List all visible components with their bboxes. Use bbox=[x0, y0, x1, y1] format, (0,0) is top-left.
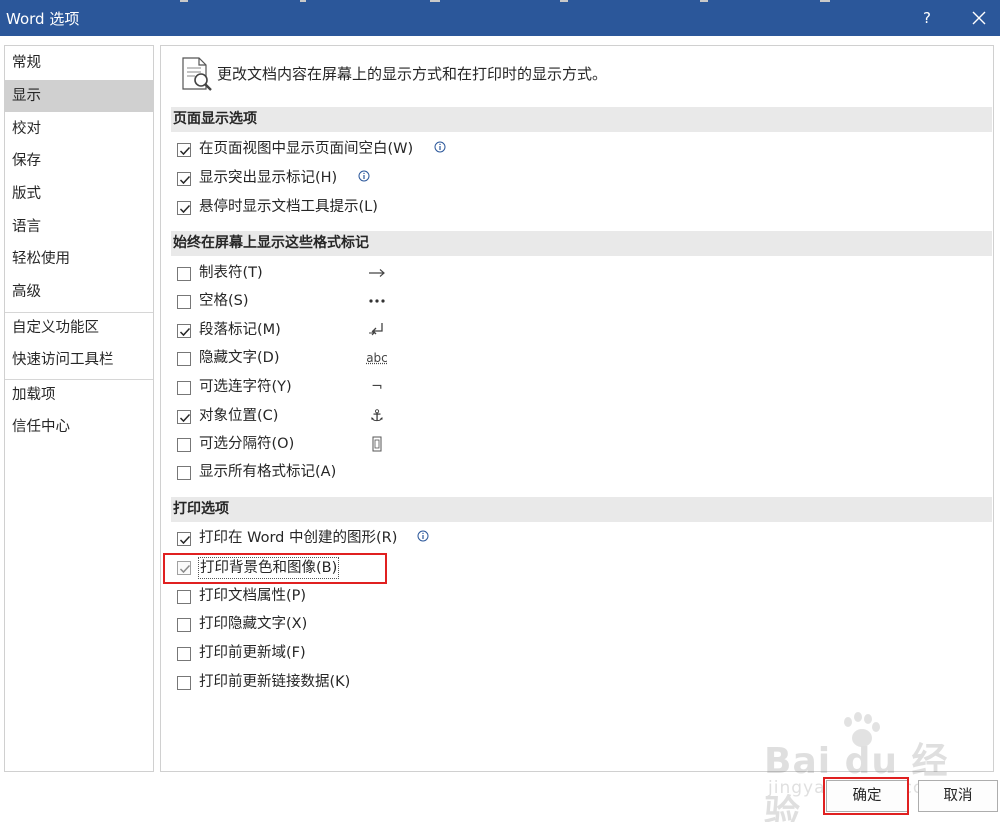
checkbox-show-highlighter-marks[interactable] bbox=[177, 172, 191, 186]
display-options-panel: 更改文档内容在屏幕上的显示方式和在打印时的显示方式。 页面显示选项 在页面视图中… bbox=[160, 45, 994, 772]
help-button[interactable]: ? bbox=[916, 5, 938, 31]
document-magnifier-icon bbox=[182, 57, 212, 91]
checkmark-icon bbox=[179, 175, 191, 185]
sidebar-item-general[interactable]: 常规 bbox=[5, 47, 153, 79]
cancel-button[interactable]: 取消 bbox=[918, 780, 998, 812]
sidebar-item-language[interactable]: 语言 bbox=[5, 211, 153, 243]
section-printing-options: 打印选项 bbox=[171, 497, 992, 522]
tab-arrow-icon bbox=[365, 262, 389, 286]
checkmark-icon bbox=[179, 535, 191, 545]
category-sidebar: 常规 显示 校对 保存 版式 语言 轻松使用 高级 自定义功能区 快速访问工具栏… bbox=[4, 45, 154, 772]
close-button[interactable] bbox=[966, 5, 992, 31]
option-label: 空格(S) bbox=[199, 293, 249, 309]
optional-break-icon bbox=[365, 433, 389, 457]
sidebar-item-add-ins[interactable]: 加载项 bbox=[5, 379, 153, 411]
option-label: 可选分隔符(O) bbox=[199, 436, 295, 452]
option-label: 在页面视图中显示页面间空白(W) bbox=[199, 141, 414, 157]
anchor-icon: ⚓ bbox=[369, 406, 385, 425]
sidebar-item-trust-center[interactable]: 信任中心 bbox=[5, 411, 153, 443]
checkbox-show-document-tooltips[interactable] bbox=[177, 201, 191, 215]
option-label: 打印前更新链接数据(K) bbox=[199, 674, 351, 690]
sidebar-item-customize-ribbon[interactable]: 自定义功能区 bbox=[5, 312, 153, 344]
paragraph-mark-icon bbox=[365, 319, 389, 343]
title-bar: Word 选项 ? bbox=[0, 0, 1000, 36]
checkbox-update-linked-data-before-print[interactable] bbox=[177, 676, 191, 690]
optional-hyphen-icon: ¬ bbox=[371, 379, 383, 395]
option-label: 显示所有格式标记(A) bbox=[199, 464, 337, 480]
sidebar-item-typography[interactable]: 版式 bbox=[5, 178, 153, 210]
sidebar-item-display[interactable]: 显示 bbox=[5, 80, 153, 112]
highlight-annotation-ok-button bbox=[823, 777, 909, 815]
checkbox-object-anchors[interactable] bbox=[177, 410, 191, 424]
checkbox-print-drawings[interactable] bbox=[177, 532, 191, 546]
option-label: 制表符(T) bbox=[199, 265, 263, 281]
checkmark-icon bbox=[179, 146, 191, 156]
option-label: 显示突出显示标记(H) bbox=[199, 170, 338, 186]
sidebar-item-advanced[interactable]: 高级 bbox=[5, 276, 153, 308]
option-label: 隐藏文字(D) bbox=[199, 350, 280, 366]
window-title: Word 选项 bbox=[6, 10, 80, 28]
checkbox-print-document-properties[interactable] bbox=[177, 590, 191, 604]
option-label: 打印文档属性(P) bbox=[199, 588, 307, 604]
checkbox-show-whitespace[interactable] bbox=[177, 143, 191, 157]
sidebar-item-proofing[interactable]: 校对 bbox=[5, 113, 153, 145]
checkmark-icon bbox=[179, 204, 191, 214]
section-page-display-options: 页面显示选项 bbox=[171, 107, 992, 132]
highlight-annotation-print-background bbox=[163, 553, 387, 584]
sidebar-item-save[interactable]: 保存 bbox=[5, 145, 153, 177]
checkbox-print-hidden-text[interactable] bbox=[177, 618, 191, 632]
checkbox-update-fields-before-print[interactable] bbox=[177, 647, 191, 661]
info-icon[interactable] bbox=[358, 170, 370, 182]
checkbox-spaces[interactable] bbox=[177, 295, 191, 309]
checkmark-icon bbox=[179, 327, 191, 337]
checkbox-show-all-formatting-marks[interactable] bbox=[177, 466, 191, 480]
option-label: 可选连字符(Y) bbox=[199, 379, 292, 395]
page-description: 更改文档内容在屏幕上的显示方式和在打印时的显示方式。 bbox=[217, 65, 608, 83]
section-formatting-marks: 始终在屏幕上显示这些格式标记 bbox=[171, 231, 992, 256]
checkbox-optional-breaks[interactable] bbox=[177, 438, 191, 452]
option-label: 打印在 Word 中创建的图形(R) bbox=[199, 530, 398, 546]
hidden-text-icon: abc bbox=[366, 351, 388, 365]
info-icon[interactable] bbox=[434, 141, 446, 153]
checkmark-icon bbox=[179, 413, 191, 423]
checkbox-paragraph-marks[interactable] bbox=[177, 324, 191, 338]
background-window-strip bbox=[0, 0, 1000, 2]
sidebar-item-quick-access-toolbar[interactable]: 快速访问工具栏 bbox=[5, 344, 153, 376]
sidebar-item-accessibility[interactable]: 轻松使用 bbox=[5, 243, 153, 275]
close-icon bbox=[972, 11, 986, 25]
option-label: 打印前更新域(F) bbox=[199, 645, 306, 661]
option-label: 对象位置(C) bbox=[199, 408, 279, 424]
space-dots-icon bbox=[365, 290, 389, 314]
checkbox-tab-characters[interactable] bbox=[177, 267, 191, 281]
info-icon[interactable] bbox=[417, 530, 429, 542]
checkbox-optional-hyphens[interactable] bbox=[177, 381, 191, 395]
option-label: 悬停时显示文档工具提示(L) bbox=[199, 199, 378, 215]
option-label: 段落标记(M) bbox=[199, 322, 281, 338]
checkbox-hidden-text[interactable] bbox=[177, 352, 191, 366]
option-label: 打印隐藏文字(X) bbox=[199, 616, 308, 632]
